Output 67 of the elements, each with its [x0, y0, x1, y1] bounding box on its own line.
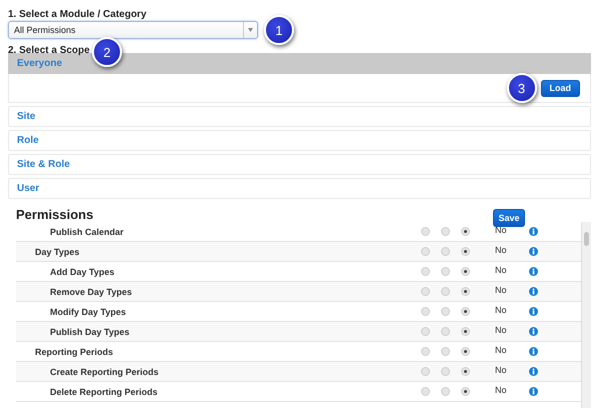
info-icon[interactable]: [528, 227, 538, 236]
save-button[interactable]: Save: [493, 209, 525, 227]
radio-button[interactable]: [440, 267, 450, 276]
radio-button[interactable]: [460, 347, 470, 356]
permission-value: No: [494, 284, 507, 295]
radio-button[interactable]: [440, 387, 450, 396]
radio-button[interactable]: [420, 227, 430, 236]
info-icon[interactable]: [528, 327, 538, 336]
info-icon[interactable]: [528, 287, 538, 296]
radio-button[interactable]: [460, 227, 470, 236]
scope-tab[interactable]: Site & Role: [8, 154, 591, 175]
scope-tab[interactable]: Role: [8, 130, 591, 151]
permission-value: No: [494, 304, 507, 315]
radio-button[interactable]: [420, 287, 430, 296]
info-icon[interactable]: [528, 307, 538, 316]
radio-button[interactable]: [440, 367, 450, 376]
radio-button[interactable]: [420, 247, 430, 256]
radio-button[interactable]: [460, 267, 470, 276]
info-icon[interactable]: [528, 387, 538, 396]
radio-button[interactable]: [420, 367, 430, 376]
info-icon[interactable]: [528, 247, 538, 256]
permission-name: Delete Reporting Periods: [50, 386, 158, 396]
permission-value: No: [494, 224, 507, 235]
info-icon[interactable]: [528, 267, 538, 276]
permission-name: Add Day Types: [50, 266, 114, 276]
radio-button[interactable]: [440, 247, 450, 256]
permission-value: No: [494, 244, 507, 255]
radio-button[interactable]: [460, 307, 470, 316]
step-number-badge: 3: [506, 73, 536, 103]
radio-button[interactable]: [420, 307, 430, 316]
radio-button[interactable]: [460, 247, 470, 256]
radio-button[interactable]: [440, 347, 450, 356]
radio-button[interactable]: [460, 367, 470, 376]
permission-name: Publish Calendar: [50, 226, 124, 236]
radio-button[interactable]: [420, 347, 430, 356]
scope-tab[interactable]: User: [8, 178, 591, 199]
radio-button[interactable]: [460, 387, 470, 396]
info-icon[interactable]: [528, 347, 538, 356]
permission-name: Modify Day Types: [50, 306, 126, 316]
permissions-title: Permissions: [16, 207, 94, 222]
radio-button[interactable]: [440, 287, 450, 296]
radio-button[interactable]: [420, 327, 430, 336]
caret-icon: [248, 28, 253, 32]
radio-button[interactable]: [440, 307, 450, 316]
radio-button[interactable]: [440, 227, 450, 236]
permission-name: Create Reporting Periods: [50, 366, 159, 376]
permission-value: No: [494, 364, 507, 375]
load-button[interactable]: Load: [540, 80, 580, 96]
module-label: 1. Select a Module / Category: [8, 9, 146, 21]
module-dropdown[interactable]: All Permissions: [8, 21, 258, 39]
scrollbar[interactable]: [581, 222, 591, 408]
permission-name: Day Types: [35, 246, 80, 256]
permission-value: No: [494, 344, 507, 355]
radio-button[interactable]: [460, 327, 470, 336]
radio-button[interactable]: [440, 327, 450, 336]
info-icon[interactable]: [528, 367, 538, 376]
radio-button[interactable]: [420, 267, 430, 276]
scope-tab[interactable]: Site: [8, 106, 591, 127]
step-number-badge: 1: [264, 15, 294, 45]
permission-value: No: [494, 324, 507, 335]
permission-name: Publish Day Types: [50, 326, 130, 336]
permission-name: Reporting Periods: [35, 346, 114, 356]
permission-name: Remove Day Types: [50, 286, 132, 296]
radio-button[interactable]: [460, 287, 470, 296]
radio-button[interactable]: [420, 387, 430, 396]
permission-value: No: [494, 264, 507, 275]
permission-value: No: [494, 384, 507, 395]
